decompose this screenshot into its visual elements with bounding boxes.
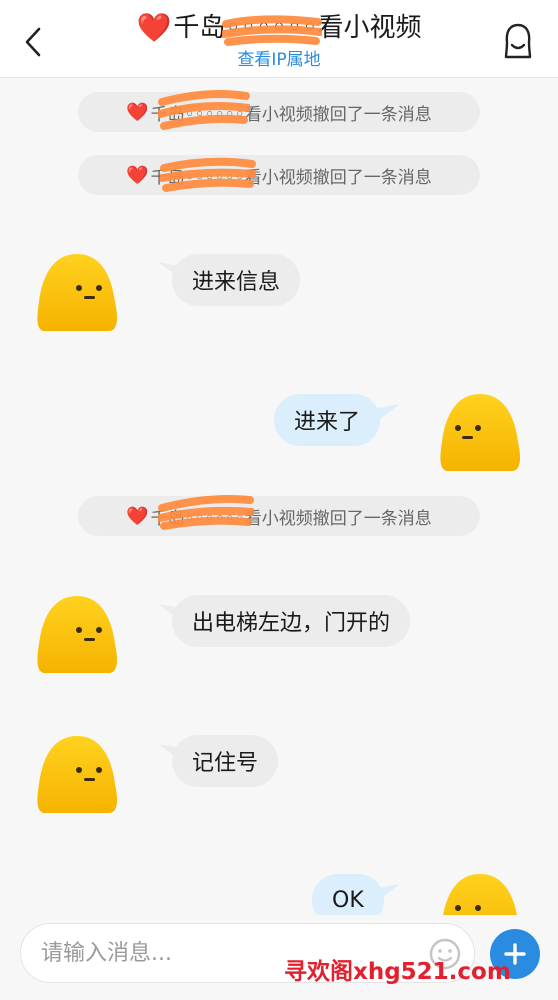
contact-avatar[interactable] [34, 252, 120, 332]
heart-icon: ❤️ [126, 101, 149, 123]
recall-notice: ❤️ 千岛◦◦◦◦◦◦看小视频撤回了一条消息 [78, 496, 480, 536]
view-ip-location-link[interactable]: 查看IP属地 [60, 48, 498, 72]
my-avatar[interactable] [437, 392, 523, 472]
recall-notice: ❤️ 千岛◦◦◦◦◦◦看小视频撤回了一条消息 [78, 155, 480, 195]
contact-avatar[interactable] [34, 594, 120, 674]
message-bubble-outgoing[interactable]: 进来了 [274, 394, 381, 446]
bubble-tail [378, 884, 400, 900]
watermark-text: 寻欢阁xhg521.com [284, 959, 511, 985]
heart-icon: ❤️ [126, 164, 149, 186]
recall-notice: ❤️ 千岛◦◦◦◦◦◦看小视频撤回了一条消息 [78, 92, 480, 132]
back-button[interactable] [18, 24, 48, 60]
profile-button[interactable] [500, 20, 536, 62]
message-bubble-incoming[interactable]: 记住号 [172, 735, 279, 787]
recall-notice-text: 千岛◦◦◦◦◦◦看小视频撤回了一条消息 [150, 508, 432, 529]
heart-icon: ❤️ [126, 505, 149, 527]
chat-header: ❤️ 千岛◦◦◦◦◦◦看小视频 查看IP属地 [0, 0, 558, 78]
bubble-tail [378, 404, 400, 420]
title-area: ❤️ 千岛◦◦◦◦◦◦看小视频 查看IP属地 [60, 10, 498, 72]
message-bubble-incoming[interactable]: 出电梯左边，门开的 [172, 595, 411, 647]
chevron-left-icon [25, 27, 41, 57]
recall-notice-text: 千岛◦◦◦◦◦◦看小视频撤回了一条消息 [150, 104, 432, 125]
message-bubble-incoming[interactable]: 进来信息 [172, 254, 301, 306]
contact-avatar[interactable] [34, 734, 120, 814]
recall-notice-text: 千岛◦◦◦◦◦◦看小视频撤回了一条消息 [150, 167, 432, 188]
heart-icon: ❤️ [136, 11, 172, 44]
chat-title-text: 千岛◦◦◦◦◦◦看小视频 [173, 13, 422, 43]
user-profile-icon [504, 23, 532, 59]
chat-title: ❤️ 千岛◦◦◦◦◦◦看小视频 [137, 10, 422, 46]
